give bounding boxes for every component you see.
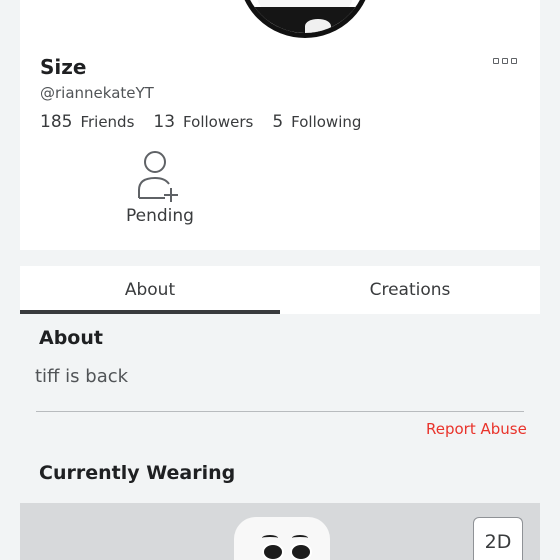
stat-following[interactable]: 5 Following — [272, 112, 361, 132]
profile-stats: 185 Friends 13 Followers 5 Following — [40, 112, 361, 132]
tab-about[interactable]: About — [20, 266, 280, 314]
pending-label: Pending — [126, 206, 194, 226]
display-name: Size — [40, 55, 87, 79]
toggle-2d-button[interactable]: 2D — [473, 517, 523, 560]
ellipsis-icon[interactable] — [493, 58, 517, 64]
stat-friends[interactable]: 185 Friends — [40, 112, 134, 132]
profile-tabs: About Creations — [20, 266, 540, 314]
ellipsis-dot — [493, 58, 499, 64]
stat-count: 5 — [272, 112, 284, 132]
avatar-brow — [292, 535, 308, 541]
stat-label: Following — [291, 113, 362, 131]
username: @riannekateYT — [40, 84, 154, 102]
ellipsis-dot — [502, 58, 508, 64]
about-heading: About — [39, 327, 103, 349]
add-friend-icon — [115, 150, 205, 202]
stat-count: 185 — [40, 112, 73, 132]
stat-label: Followers — [183, 113, 254, 131]
avatar-eye — [290, 543, 312, 560]
stat-label: Friends — [80, 113, 135, 131]
avatar-eye — [262, 543, 284, 560]
avatar-chin — [305, 19, 331, 33]
profile-header-card: Size @riannekateYT 185 Friends 13 Follow… — [20, 0, 540, 250]
profile-bio: tiff is back — [35, 366, 129, 387]
profile-avatar[interactable] — [238, 0, 372, 38]
report-abuse-link[interactable]: Report Abuse — [426, 420, 527, 438]
stat-count: 13 — [153, 112, 176, 132]
avatar-brow — [262, 535, 278, 541]
stat-followers[interactable]: 13 Followers — [153, 112, 253, 132]
ellipsis-dot — [511, 58, 517, 64]
currently-wearing-heading: Currently Wearing — [39, 462, 236, 484]
pending-friend-button[interactable]: Pending — [115, 150, 205, 226]
avatar-preview-panel: 2D — [20, 503, 540, 560]
divider — [36, 411, 524, 412]
avatar-preview-head — [234, 517, 330, 560]
tab-creations[interactable]: Creations — [280, 266, 540, 314]
